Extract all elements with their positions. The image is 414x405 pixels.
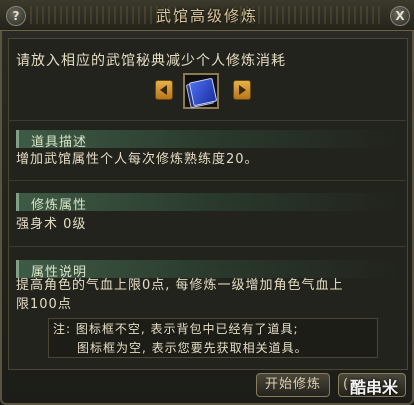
divider xyxy=(8,120,406,121)
close-button[interactable]: X xyxy=(390,6,410,26)
title-bar: 武馆高级修炼 xyxy=(0,0,414,31)
explain-text-line2: 限100点 xyxy=(16,297,72,312)
section-header-attribute: 修炼属性 xyxy=(16,193,399,213)
section-header-description: 道具描述 xyxy=(16,130,399,150)
watermark-logo: 酷串米 xyxy=(350,378,399,397)
secondary-button-label: ( xyxy=(343,377,350,392)
prompt-text: 请放入相应的武馆秘典减少个人修炼消耗 xyxy=(16,53,286,69)
item-slot[interactable] xyxy=(183,73,219,109)
next-arrow-button[interactable] xyxy=(233,80,251,100)
section-header-label: 修炼属性 xyxy=(31,198,88,213)
note-line-1: 注: 图标框不空, 表示背包中已经有了道具; xyxy=(53,322,299,336)
description-text: 增加武馆属性个人每次修炼熟练度20。 xyxy=(16,152,259,167)
prev-arrow-button[interactable] xyxy=(155,80,173,100)
note-line-2: 图标框为空, 表示您要先获取相关道具。 xyxy=(77,341,308,355)
explain-text-line1: 提高角色的气血上限0点, 每修炼一级增加角色气血上 xyxy=(16,278,344,293)
divider xyxy=(8,246,406,247)
section-header-label: 道具描述 xyxy=(31,135,88,150)
start-training-button[interactable]: 开始修炼 xyxy=(256,373,330,397)
window-title: 武馆高级修炼 xyxy=(155,7,258,25)
attribute-text: 强身术 0级 xyxy=(16,217,87,232)
help-button[interactable]: ? xyxy=(6,6,26,26)
note-box: 注: 图标框不空, 表示背包中已经有了道具; 图标框为空, 表示您要先获取相关道… xyxy=(48,318,378,358)
divider xyxy=(8,180,406,181)
blue-book-icon xyxy=(188,77,218,107)
